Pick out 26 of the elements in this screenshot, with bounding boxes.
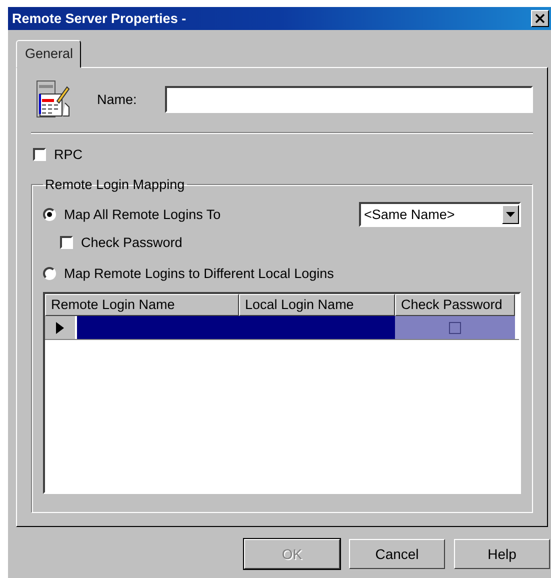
radio-button[interactable] [43,267,56,280]
check-password-label: Check Password [81,235,182,250]
check-password-checkbox[interactable] [60,236,73,249]
rpc-label: RPC [54,147,83,162]
name-field[interactable] [165,86,533,112]
table-row[interactable] [45,316,519,340]
close-icon [535,14,545,23]
rpc-checkbox[interactable] [33,148,46,161]
column-header[interactable]: Remote Login Name [45,294,239,316]
row-pointer-icon [56,322,64,334]
radio-button[interactable] [43,208,56,221]
name-label: Name: [97,92,138,106]
dialog-button[interactable]: Cancel [349,539,445,569]
grid-checkbox[interactable] [449,322,461,334]
window-title: Remote Server Properties - [12,11,186,26]
option-label: Map Remote Logins to Different Local Logins [64,266,334,281]
tab[interactable]: General [16,40,82,68]
mapping-dropdown[interactable]: <Same Name> [359,202,521,227]
close-button[interactable] [531,10,549,27]
column-header[interactable]: Local Login Name [239,294,395,316]
caret-icon [506,212,515,217]
server-properties-icon [35,79,71,119]
group-title: Remote Login Mapping [44,177,186,192]
dialog-button[interactable]: Help [454,539,550,569]
option-label: Map All Remote Logins To [64,207,221,222]
column-header[interactable]: Check Password [395,294,515,316]
